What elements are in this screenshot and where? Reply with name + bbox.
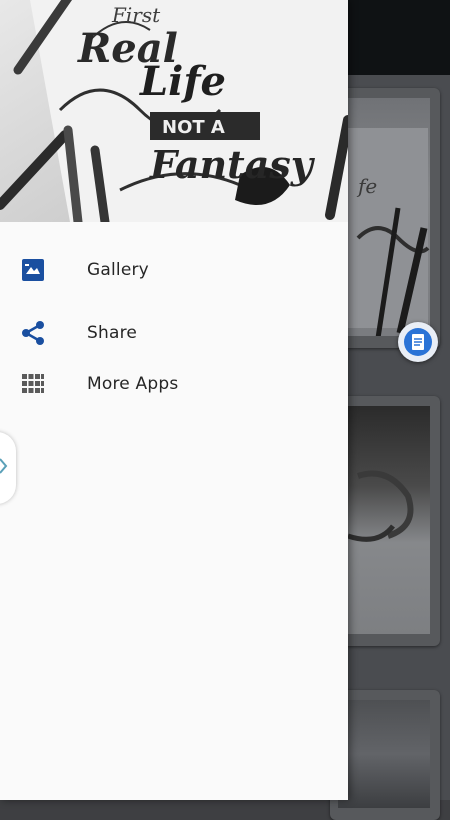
svg-text:Fantasy: Fantasy bbox=[149, 142, 316, 187]
menu-item-label: Share bbox=[87, 323, 138, 343]
menu-item-more-apps[interactable]: More Apps bbox=[0, 356, 348, 412]
chevron-right-icon bbox=[0, 457, 8, 479]
navigation-drawer: First Real Life NOT A Fantasy Gallery Sh… bbox=[0, 0, 348, 800]
menu-item-label: More Apps bbox=[87, 374, 179, 394]
share-icon bbox=[20, 320, 46, 346]
document-fab[interactable] bbox=[398, 322, 438, 362]
grid-icon bbox=[20, 371, 46, 397]
menu-item-share[interactable]: Share bbox=[0, 305, 348, 361]
svg-text:fe: fe bbox=[356, 174, 377, 198]
hand-lettering-artwork: First Real Life NOT A Fantasy bbox=[0, 0, 348, 222]
image-icon bbox=[20, 257, 46, 283]
menu-item-label: Gallery bbox=[87, 260, 149, 280]
svg-text:First: First bbox=[111, 3, 161, 27]
gallery-thumbnail bbox=[338, 406, 430, 634]
drawer-header-image: First Real Life NOT A Fantasy bbox=[0, 0, 348, 222]
svg-text:NOT A: NOT A bbox=[162, 117, 225, 138]
svg-text:Life: Life bbox=[139, 58, 226, 105]
menu-item-gallery[interactable]: Gallery bbox=[0, 242, 348, 298]
gallery-thumbnail bbox=[338, 700, 430, 808]
document-icon bbox=[404, 328, 432, 356]
gallery-thumbnail: fe bbox=[338, 98, 430, 336]
edge-panel-handle[interactable] bbox=[0, 432, 16, 504]
